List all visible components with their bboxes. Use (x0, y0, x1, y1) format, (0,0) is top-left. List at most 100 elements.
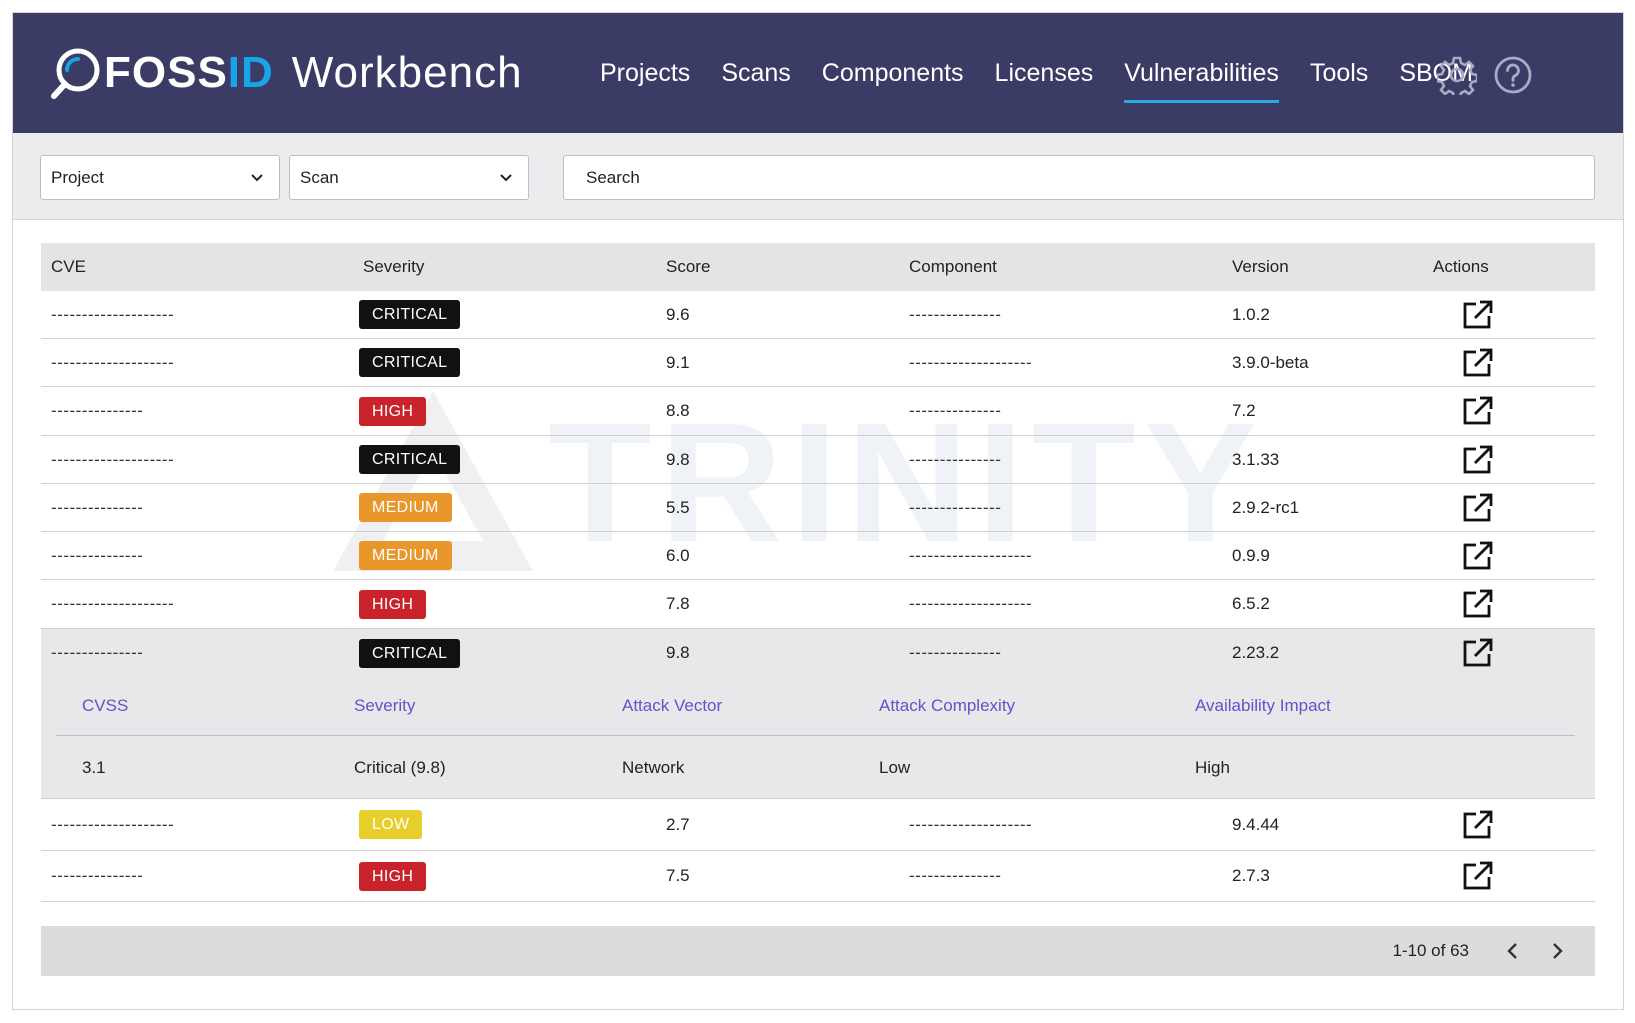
component-name[interactable]: --------------- (909, 291, 1001, 338)
score-value: 9.8 (666, 449, 690, 469)
external-link-icon[interactable] (1462, 861, 1494, 891)
actions-cell (1436, 532, 1494, 579)
nav-projects[interactable]: Projects (600, 13, 690, 133)
severity-cell: HIGH (359, 580, 427, 628)
external-link-icon[interactable] (1462, 541, 1494, 571)
severity-cell: MEDIUM (359, 532, 452, 579)
table-row[interactable]: -------------------- CRITICAL 9.1 ---------… (41, 339, 1595, 387)
table-row[interactable]: -------------------- LOW 2.7 --------------… (41, 799, 1595, 851)
cve-id[interactable]: -------------------- (51, 580, 174, 628)
cve-id[interactable]: -------------------- (51, 339, 174, 386)
nav-scans[interactable]: Scans (721, 13, 790, 133)
nav-vulnerabilities[interactable]: Vulnerabilities (1124, 13, 1279, 133)
logo-product-name: Workbench (291, 48, 523, 97)
external-link-icon[interactable] (1462, 300, 1494, 330)
chevron-right-icon[interactable] (1545, 939, 1569, 963)
table-header: CVE Severity Score Component Version Act… (41, 243, 1595, 291)
component-name[interactable]: -------------------- (909, 580, 1032, 628)
external-link-icon[interactable] (1462, 589, 1494, 619)
nav-components[interactable]: Components (822, 13, 964, 133)
version-value: 3.1.33 (1232, 449, 1280, 469)
chevron-left-icon[interactable] (1501, 939, 1525, 963)
external-link-icon[interactable] (1462, 810, 1494, 840)
pagination-range: 1-10 of 63 (1392, 941, 1469, 960)
detail-header: CVSS Severity Attack Vector Attack Complexi… (56, 677, 1575, 736)
severity-cell: MEDIUM (359, 484, 452, 531)
severity-cell: CRITICAL (359, 339, 461, 386)
external-link-icon[interactable] (1462, 348, 1494, 378)
cve-id[interactable]: -------------------- (51, 291, 174, 338)
severity-badge: HIGH (359, 861, 427, 891)
cve-id[interactable]: -------------------- (51, 436, 174, 483)
actions-cell (1436, 436, 1494, 483)
detail-value-attack-complexity: Low (879, 757, 911, 777)
filter-bar: Project Scan (13, 133, 1623, 220)
search-input[interactable] (563, 155, 1595, 200)
severity-badge: CRITICAL (359, 638, 461, 668)
logo-brand-foss: FOSS (104, 48, 228, 97)
severity-badge: HIGH (359, 589, 427, 619)
chevron-down-icon (500, 174, 512, 182)
actions-cell (1436, 580, 1494, 628)
detail-value-availability-impact: High (1195, 757, 1230, 777)
col-score[interactable]: Score (666, 243, 710, 291)
component-name[interactable]: --------------- (909, 387, 1001, 435)
scan-select[interactable]: Scan (289, 155, 529, 200)
component-name[interactable]: -------------------- (909, 339, 1032, 386)
project-select[interactable]: Project (40, 155, 280, 200)
component-name[interactable]: --------------- (909, 484, 1001, 531)
nav-licenses[interactable]: Licenses (995, 13, 1094, 133)
help-icon[interactable] (1493, 55, 1533, 95)
component-name[interactable]: --------------- (909, 629, 1001, 677)
severity-cell: HIGH (359, 387, 427, 435)
col-severity[interactable]: Severity (363, 243, 424, 291)
external-link-icon[interactable] (1462, 396, 1494, 426)
component-name[interactable]: -------------------- (909, 532, 1032, 579)
component-name[interactable]: --------------- (909, 851, 1001, 901)
table-row[interactable]: -------------------- HIGH 7.8 -------------… (41, 580, 1595, 629)
nav-tools[interactable]: Tools (1310, 13, 1368, 133)
col-actions: Actions (1433, 257, 1489, 276)
table-row[interactable]: --------------- HIGH 8.8 --------------- 7.2 (41, 387, 1595, 436)
vulnerability-detail-panel: CVSS Severity Attack Vector Attack Complexi… (41, 677, 1595, 799)
cve-id[interactable]: --------------- (51, 532, 143, 579)
actions-cell (1436, 339, 1494, 386)
version-value: 3.9.0-beta (1232, 352, 1309, 372)
external-link-icon[interactable] (1462, 638, 1494, 668)
score-value: 8.8 (666, 401, 690, 420)
external-link-icon[interactable] (1462, 445, 1494, 475)
table-row[interactable]: --------------- CRITICAL 9.8 --------------… (41, 629, 1595, 677)
external-link-icon[interactable] (1462, 493, 1494, 523)
actions-cell (1436, 291, 1494, 338)
component-name[interactable]: -------------------- (909, 799, 1032, 850)
cve-id[interactable]: --------------- (51, 387, 143, 435)
detail-label-severity: Severity (354, 696, 416, 715)
actions-cell (1436, 851, 1494, 901)
cve-id[interactable]: --------------- (51, 851, 143, 901)
component-name[interactable]: --------------- (909, 436, 1001, 483)
cve-id[interactable]: --------------- (51, 484, 143, 531)
cve-id[interactable]: -------------------- (51, 799, 174, 850)
score-value: 5.5 (666, 497, 690, 517)
gear-icon[interactable] (1437, 55, 1477, 95)
cve-id[interactable]: --------------- (51, 629, 143, 677)
table-row[interactable]: -------------------- CRITICAL 9.8 ---------… (41, 436, 1595, 484)
col-cve[interactable]: CVE (51, 243, 86, 291)
severity-cell: HIGH (359, 851, 427, 901)
version-value: 1.0.2 (1232, 304, 1270, 324)
score-value: 7.8 (666, 594, 690, 613)
severity-cell: CRITICAL (359, 436, 461, 483)
col-version[interactable]: Version (1232, 243, 1289, 291)
col-component[interactable]: Component (909, 243, 997, 291)
table-row[interactable]: -------------------- CRITICAL 9.6 ---------… (41, 291, 1595, 339)
detail-label-attack-complexity: Attack Complexity (879, 696, 1016, 715)
version-value: 9.4.44 (1232, 814, 1280, 834)
version-value: 6.5.2 (1232, 594, 1270, 613)
table-row[interactable]: --------------- MEDIUM 6.0 ----------------… (41, 532, 1595, 580)
table-row[interactable]: --------------- MEDIUM 5.5 --------------- 2… (41, 484, 1595, 532)
table-row[interactable]: --------------- HIGH 7.5 --------------- 2.7… (41, 851, 1595, 902)
version-value: 2.7.3 (1232, 866, 1270, 885)
detail-label-availability-impact: Availability Impact (1195, 696, 1331, 715)
fossid-logo[interactable]: FOSSID Workbench (48, 43, 523, 103)
score-value: 9.1 (666, 352, 690, 372)
